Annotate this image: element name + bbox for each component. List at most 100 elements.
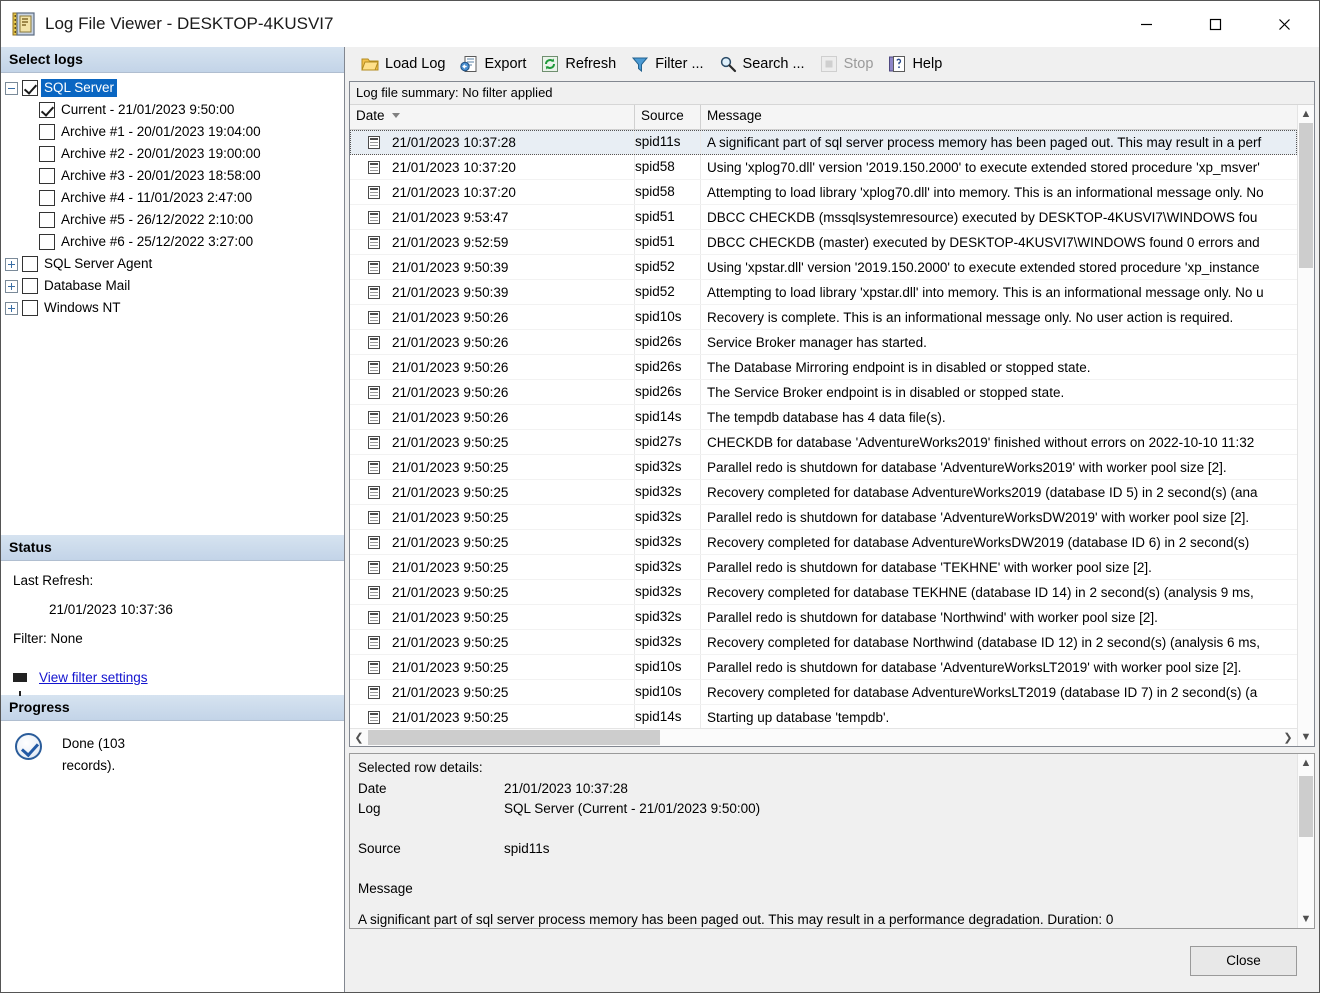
details-scroll-down-icon[interactable]: ▼ [1301,910,1312,928]
log-entry-icon [368,361,380,374]
log-row-source: spid27s [635,430,701,454]
toolbar-button-label: Help [912,56,942,72]
tree-item-archive-3-20-01-2023-18-58-00[interactable]: Archive #3 - 20/01/2023 18:58:00 [39,165,344,187]
log-row[interactable]: 21/01/2023 9:50:26spid14sThe tempdb data… [350,405,1297,430]
log-row[interactable]: 21/01/2023 9:50:25spid32sRecovery comple… [350,530,1297,555]
grid-horizontal-scrollbar[interactable]: ❮ ❯ [350,728,1297,746]
minimize-button[interactable] [1112,1,1181,47]
log-row[interactable]: 21/01/2023 9:50:25spid32sParallel redo i… [350,605,1297,630]
log-row[interactable]: 21/01/2023 9:50:25spid10sParallel redo i… [350,655,1297,680]
log-row[interactable]: 21/01/2023 9:50:26spid26sService Broker … [350,330,1297,355]
log-row-message: Using 'xpstar.dll' version '2019.150.200… [701,260,1297,275]
tree-item-archive-4-11-01-2023-2-47-00[interactable]: Archive #4 - 11/01/2023 2:47:00 [39,187,344,209]
log-row-message: Parallel redo is shutdown for database '… [701,660,1297,675]
log-tree[interactable]: SQL ServerCurrent - 21/01/2023 9:50:00Ar… [1,73,344,535]
tree-item-sql-server[interactable]: SQL Server [5,77,344,99]
log-row[interactable]: 21/01/2023 9:53:47spid51DBCC CHECKDB (ms… [350,205,1297,230]
log-rows[interactable]: 21/01/2023 10:37:28spid11sA significant … [350,130,1297,728]
grid-vertical-scrollbar[interactable]: ▲ ▼ [1297,105,1314,746]
tree-item-checkbox[interactable] [22,278,38,294]
tree-item-sql-server-agent[interactable]: SQL Server Agent [5,253,344,275]
hscroll-thumb[interactable] [368,730,660,745]
view-filter-settings-link[interactable]: View filter settings [39,670,148,685]
tree-item-checkbox[interactable] [39,102,55,118]
log-row[interactable]: 21/01/2023 10:37:28spid11sA significant … [350,130,1297,155]
toolbar-button-refresh[interactable]: Refresh [535,50,622,78]
expand-plus-icon[interactable] [5,302,18,315]
log-row[interactable]: 21/01/2023 9:50:25spid14sStarting up dat… [350,705,1297,728]
tree-item-archive-2-20-01-2023-19-00-00[interactable]: Archive #2 - 20/01/2023 19:00:00 [39,143,344,165]
details-vscroll-thumb[interactable] [1299,776,1313,837]
close-dialog-button[interactable]: Close [1190,946,1297,976]
hscroll-track[interactable] [368,729,1279,746]
log-row[interactable]: 21/01/2023 9:50:25spid10sRecovery comple… [350,680,1297,705]
log-row[interactable]: 21/01/2023 9:50:25spid32sParallel redo i… [350,555,1297,580]
log-row[interactable]: 21/01/2023 9:50:26spid26sThe Database Mi… [350,355,1297,380]
log-row[interactable]: 21/01/2023 9:50:25spid32sRecovery comple… [350,580,1297,605]
toolbar-button-export[interactable]: Export [454,50,532,78]
funnel-icon [13,673,27,682]
maximize-button[interactable] [1181,1,1250,47]
scroll-right-icon[interactable]: ❯ [1279,729,1297,746]
log-file-summary: Log file summary: No filter applied [350,82,1314,105]
tree-item-checkbox[interactable] [22,256,38,272]
tree-item-database-mail[interactable]: Database Mail [5,275,344,297]
log-row[interactable]: 21/01/2023 9:52:59spid51DBCC CHECKDB (ma… [350,230,1297,255]
log-row-date: 21/01/2023 9:50:26 [392,310,508,325]
close-button[interactable] [1250,1,1319,47]
status-header: Status [1,535,344,561]
log-row-date: 21/01/2023 10:37:28 [392,135,516,150]
tree-item-checkbox[interactable] [39,212,55,228]
vscroll-thumb[interactable] [1299,123,1313,268]
tree-item-checkbox[interactable] [39,146,55,162]
toolbar-button-filter[interactable]: Filter ... [625,50,709,78]
log-row[interactable]: 21/01/2023 10:37:20spid58Attempting to l… [350,180,1297,205]
column-header-date[interactable]: Date [350,105,635,129]
vscroll-track[interactable] [1298,123,1314,728]
details-date-row: Date 21/01/2023 10:37:28 [358,779,1297,799]
tree-item-checkbox[interactable] [39,168,55,184]
tree-item-archive-5-26-12-2022-2-10-00[interactable]: Archive #5 - 26/12/2022 2:10:00 [39,209,344,231]
log-row[interactable]: 21/01/2023 9:50:25spid32sRecovery comple… [350,480,1297,505]
tree-item-checkbox[interactable] [39,234,55,250]
column-header-message[interactable]: Message [701,105,1297,129]
toolbar-button-load-log[interactable]: Load Log [355,50,451,78]
tree-item-checkbox[interactable] [22,300,38,316]
log-row-message: Attempting to load library 'xpstar.dll' … [701,285,1297,300]
toolbar-button-search[interactable]: Search ... [713,50,811,78]
tree-item-archive-1-20-01-2023-19-04-00[interactable]: Archive #1 - 20/01/2023 19:04:00 [39,121,344,143]
details-vscroll-track[interactable] [1298,772,1314,910]
scroll-down-icon[interactable]: ▼ [1301,728,1312,746]
tree-item-windows-nt[interactable]: Windows NT [5,297,344,319]
log-row-date-cell: 21/01/2023 9:50:26 [350,355,635,379]
tree-item-checkbox[interactable] [39,190,55,206]
log-row[interactable]: 21/01/2023 9:50:26spid10sRecovery is com… [350,305,1297,330]
log-row[interactable]: 21/01/2023 10:37:20spid58Using 'xplog70.… [350,155,1297,180]
log-row-date: 21/01/2023 9:52:59 [392,235,508,250]
collapse-minus-icon[interactable] [5,82,18,95]
log-row[interactable]: 21/01/2023 9:50:25spid32sParallel redo i… [350,455,1297,480]
toolbar-button-help[interactable]: Help [882,50,948,78]
log-row[interactable]: 21/01/2023 9:50:39spid52Attempting to lo… [350,280,1297,305]
log-row[interactable]: 21/01/2023 9:50:26spid26sThe Service Bro… [350,380,1297,405]
details-scroll-up-icon[interactable]: ▲ [1301,754,1312,772]
tree-item-archive-6-25-12-2022-3-27-00[interactable]: Archive #6 - 25/12/2022 3:27:00 [39,231,344,253]
log-row-message: DBCC CHECKDB (master) executed by DESKTO… [701,235,1297,250]
details-message-value: A significant part of sql server process… [358,912,1293,927]
tree-item-checkbox[interactable] [39,124,55,140]
tree-item-label: Archive #3 - 20/01/2023 18:58:00 [58,167,264,185]
scroll-up-icon[interactable]: ▲ [1301,105,1312,123]
column-header-source[interactable]: Source [635,105,701,129]
view-filter-settings-row[interactable]: View filter settings [1,660,344,695]
log-row-date-cell: 21/01/2023 9:50:25 [350,705,635,728]
log-row[interactable]: 21/01/2023 9:50:39spid52Using 'xpstar.dl… [350,255,1297,280]
expand-plus-icon[interactable] [5,280,18,293]
expand-plus-icon[interactable] [5,258,18,271]
details-vertical-scrollbar[interactable]: ▲ ▼ [1297,754,1314,928]
scroll-left-icon[interactable]: ❮ [350,729,368,746]
log-row[interactable]: 21/01/2023 9:50:25spid32sParallel redo i… [350,505,1297,530]
log-row[interactable]: 21/01/2023 9:50:25spid27sCHECKDB for dat… [350,430,1297,455]
tree-item-checkbox[interactable] [22,80,38,96]
log-row[interactable]: 21/01/2023 9:50:25spid32sRecovery comple… [350,630,1297,655]
tree-item-current-21-01-2023-9-50-00[interactable]: Current - 21/01/2023 9:50:00 [39,99,344,121]
